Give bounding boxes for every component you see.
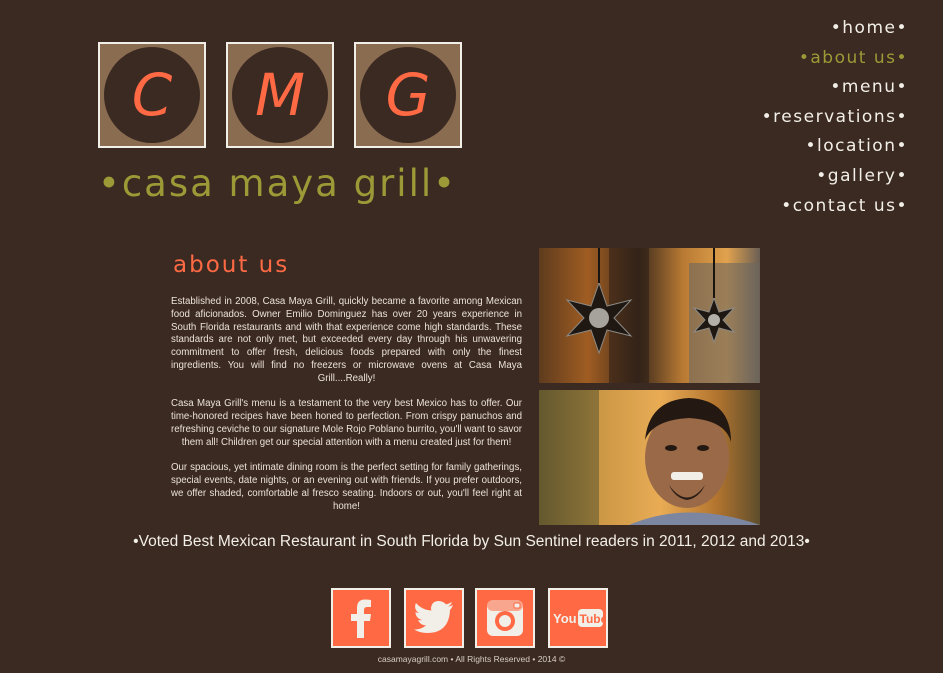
svg-text:Tube: Tube [580, 612, 605, 626]
logo[interactable]: C M G [98, 42, 468, 152]
award-banner: •Voted Best Mexican Restaurant in South … [133, 533, 810, 550]
nav-location[interactable]: •location• [648, 132, 908, 162]
logo-tile-g: G [354, 42, 462, 148]
logo-letter-g: G [385, 61, 431, 129]
nav-menu[interactable]: •menu• [648, 73, 908, 103]
facebook-button[interactable] [331, 588, 391, 648]
logo-tile-c: C [98, 42, 206, 148]
chef-portrait-photo [539, 390, 760, 525]
twitter-icon-glyph [414, 601, 453, 633]
instagram-icon [479, 592, 531, 644]
about-paragraph: Casa Maya Grill's menu is a testament to… [171, 398, 522, 448]
logo-letter-c: C [131, 61, 173, 129]
about-paragraph: Established in 2008, Casa Maya Grill, qu… [171, 296, 522, 384]
twitter-icon [408, 592, 460, 644]
footer-copyright: casamayagrill.com • All Rights Reserved … [377, 654, 566, 664]
logo-letter-m: M [254, 61, 306, 129]
facebook-icon [335, 592, 387, 644]
page: C M G •casa maya grill• •home• •about us… [0, 0, 943, 673]
nav-about-us[interactable]: •about us• [648, 44, 908, 74]
nav-home[interactable]: •home• [648, 14, 908, 44]
nav-reservations[interactable]: •reservations• [648, 103, 908, 133]
instagram-icon-glyph [487, 600, 523, 636]
about-paragraph: Our spacious, yet intimate dining room i… [171, 462, 522, 512]
youtube-button[interactable]: You Tube [548, 588, 608, 648]
logo-disc: C [104, 47, 200, 143]
nav-gallery[interactable]: •gallery• [648, 162, 908, 192]
star-lanterns-image [565, 248, 759, 383]
page-title: about us [173, 252, 290, 278]
star-lanterns-photo [539, 248, 760, 383]
about-text: Established in 2008, Casa Maya Grill, qu… [171, 296, 522, 526]
chef-portrait-image [539, 390, 760, 525]
brand-tagline: •casa maya grill• [98, 162, 457, 205]
svg-text:You: You [553, 611, 577, 626]
logo-disc: M [232, 47, 328, 143]
logo-tile-m: M [226, 42, 334, 148]
facebook-icon-glyph [351, 599, 371, 638]
nav-contact-us[interactable]: •contact us• [648, 192, 908, 222]
logo-disc: G [360, 47, 456, 143]
twitter-button[interactable] [404, 588, 464, 648]
youtube-icon-glyph: You Tube [553, 609, 605, 627]
main-nav: •home• •about us• •menu• •reservations• … [648, 14, 908, 221]
youtube-icon: You Tube [552, 592, 604, 644]
instagram-button[interactable] [475, 588, 535, 648]
